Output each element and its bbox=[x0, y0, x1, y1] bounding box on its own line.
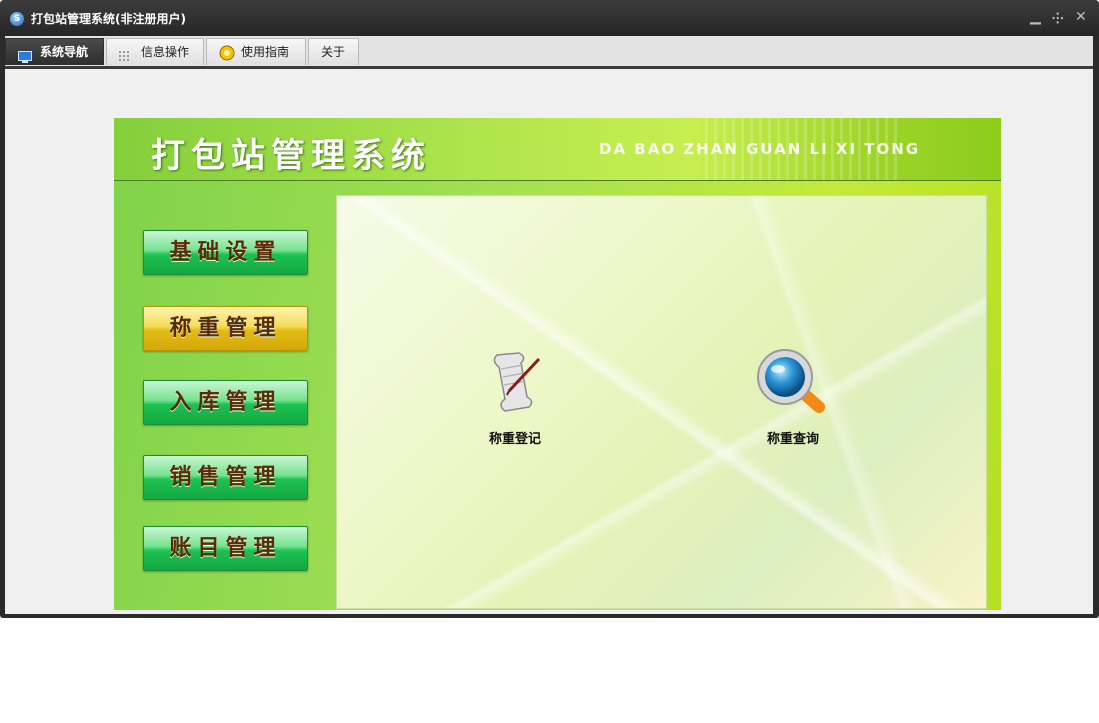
minimize-icon[interactable]: ▁ bbox=[1030, 9, 1041, 25]
feature-label: 称重登记 bbox=[488, 432, 541, 447]
banner-title: 打包站管理系统 bbox=[151, 136, 431, 176]
sidebar-item-label: 称重管理 bbox=[169, 315, 282, 341]
sidebar-item-warehousing[interactable]: 入库管理 bbox=[143, 380, 308, 425]
sidebar-item-label: 入库管理 bbox=[169, 389, 282, 415]
magnifier-icon bbox=[755, 347, 845, 423]
sidebar-item-label: 基础设置 bbox=[169, 239, 282, 265]
sidebar-item-label: 销售管理 bbox=[169, 464, 282, 490]
content-area: 称重登记 称重查询 bbox=[336, 195, 987, 609]
tab-bar: 系统导航 信息操作 使用指南 关于 bbox=[5, 36, 1093, 66]
feature-label: 称重查询 bbox=[766, 432, 819, 447]
feature-weigh-register[interactable]: 称重登记 bbox=[455, 347, 575, 447]
sidebar-item-accounts[interactable]: 账目管理 bbox=[143, 526, 308, 571]
sidebar-item-sales[interactable]: 销售管理 bbox=[143, 455, 308, 500]
tab-system-nav[interactable]: 系统导航 bbox=[5, 38, 104, 65]
title-bar: S 打包站管理系统(非注册用户) ▁ ⸭ ✕ bbox=[0, 0, 1099, 36]
tab-about[interactable]: 关于 bbox=[308, 38, 359, 65]
banner: 打包站管理系统 DA BAO ZHAN GUAN LI XI TONG bbox=[114, 118, 1001, 181]
close-icon[interactable]: ✕ bbox=[1075, 9, 1087, 25]
tab-label: 信息操作 bbox=[141, 45, 190, 59]
tab-user-guide[interactable]: 使用指南 bbox=[206, 38, 306, 65]
restore-icon[interactable]: ⸭ bbox=[1052, 9, 1064, 28]
tab-label: 使用指南 bbox=[241, 45, 290, 59]
banner-subtitle: DA BAO ZHAN GUAN LI XI TONG bbox=[599, 140, 921, 158]
feature-weigh-query[interactable]: 称重查询 bbox=[733, 347, 853, 447]
background-rays bbox=[337, 196, 986, 608]
app-logo-icon: S bbox=[10, 12, 24, 26]
tab-label: 关于 bbox=[321, 45, 346, 59]
sidebar-item-basic-settings[interactable]: 基础设置 bbox=[143, 230, 308, 275]
sidebar-item-weighing[interactable]: 称重管理 bbox=[143, 306, 308, 351]
main-panel: 打包站管理系统 DA BAO ZHAN GUAN LI XI TONG 基础设置… bbox=[114, 118, 1001, 610]
sidebar-item-label: 账目管理 bbox=[169, 535, 282, 561]
tab-label: 系统导航 bbox=[40, 45, 89, 59]
tab-info-ops[interactable]: 信息操作 bbox=[106, 38, 204, 65]
window-title: 打包站管理系统(非注册用户) bbox=[31, 12, 186, 26]
scroll-pen-icon bbox=[483, 347, 547, 419]
